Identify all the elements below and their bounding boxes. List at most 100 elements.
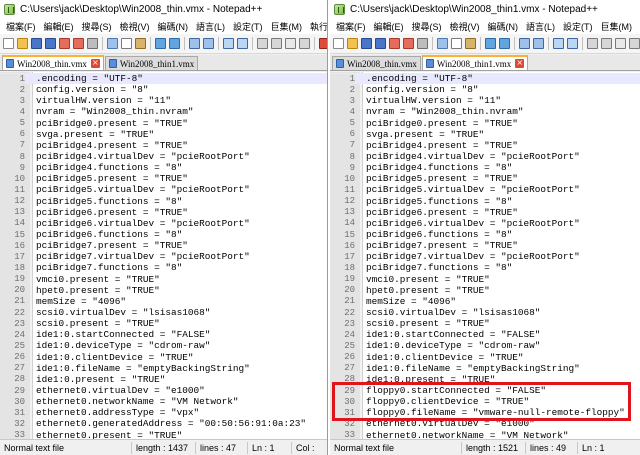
find-icon[interactable] <box>189 38 200 49</box>
indent-guide-icon[interactable] <box>629 38 640 49</box>
menu-item[interactable]: 檢視(V) <box>116 20 154 33</box>
indent-guide-icon[interactable] <box>299 38 310 49</box>
tab-label: Win2008_thin.vmx <box>347 58 417 69</box>
save-all-icon[interactable] <box>45 38 56 49</box>
notepad-window-right: C:\Users\jack\Desktop\Win2008_thin1.vmx … <box>330 0 640 455</box>
line-number: 21 <box>344 296 355 307</box>
line-number: 29 <box>14 385 25 396</box>
line-number: 5 <box>19 118 25 129</box>
menu-item[interactable]: 執行(R) <box>306 20 327 33</box>
text-editor[interactable]: 1 .encoding = "UTF-8" 2 config.version = "8… <box>0 72 327 439</box>
code-line: 24 ide1:0.startConnected = "FALSE" <box>330 329 640 340</box>
code-line: 1 .encoding = "UTF-8" <box>330 73 640 85</box>
code-line: 16 pciBridge7.present = "TRUE" <box>330 240 640 251</box>
code-line: 2 config.version = "8" <box>330 84 640 95</box>
show-all-chars-icon[interactable] <box>615 38 626 49</box>
copy-icon[interactable] <box>451 38 462 49</box>
menu-item[interactable]: 搜尋(S) <box>78 20 116 33</box>
menu-item[interactable]: 設定(T) <box>559 20 597 33</box>
close-all-icon[interactable] <box>403 38 414 49</box>
sync-scroll-icon[interactable] <box>587 38 598 49</box>
print-icon[interactable] <box>87 38 98 49</box>
find-icon[interactable] <box>519 38 530 49</box>
code-text: pciBridge7.virtualDev = "pcieRootPort" <box>366 251 580 263</box>
menu-item[interactable]: 巨集(M) <box>267 20 307 33</box>
record-macro-icon[interactable] <box>319 38 327 49</box>
print-icon[interactable] <box>417 38 428 49</box>
sync-scroll-icon[interactable] <box>257 38 268 49</box>
zoom-in-icon[interactable] <box>553 38 564 49</box>
save-all-icon[interactable] <box>375 38 386 49</box>
cut-icon[interactable] <box>107 38 118 49</box>
code-line: 9 pciBridge4.functions = "8" <box>0 162 327 173</box>
line-number: 22 <box>344 307 355 318</box>
undo-icon[interactable] <box>485 38 496 49</box>
toolbar-separator <box>514 37 515 50</box>
menu-item[interactable]: 執行(R) <box>636 20 640 33</box>
tab-win2008-thin[interactable]: Win2008_thin.vmx × <box>2 55 104 70</box>
copy-icon[interactable] <box>121 38 132 49</box>
menu-item[interactable]: 編輯(E) <box>40 20 78 33</box>
close-file-icon[interactable] <box>389 38 400 49</box>
word-wrap-icon[interactable] <box>271 38 282 49</box>
word-wrap-icon[interactable] <box>601 38 612 49</box>
open-folder-icon[interactable] <box>17 38 28 49</box>
code-line: 27 ide1:0.fileName = "emptyBackingString" <box>0 363 327 374</box>
undo-icon[interactable] <box>155 38 166 49</box>
menu-item[interactable]: 語言(L) <box>192 20 229 33</box>
code-line: 28 ide1:0.present = "TRUE" <box>330 374 640 385</box>
open-folder-icon[interactable] <box>347 38 358 49</box>
menu-item[interactable]: 檔案(F) <box>2 20 40 33</box>
zoom-in-icon[interactable] <box>223 38 234 49</box>
close-icon[interactable]: × <box>90 59 100 68</box>
tab-label: Win2008_thin1.vmx <box>436 58 512 69</box>
close-icon[interactable]: × <box>515 59 525 68</box>
code-line: 25 ide1:0.deviceType = "cdrom-raw" <box>330 340 640 351</box>
menu-item[interactable]: 語言(L) <box>522 20 559 33</box>
status-bar: Normal text file length : 1437 lines : 4… <box>0 439 327 455</box>
text-editor[interactable]: 1 .encoding = "UTF-8" 2 config.version = "8… <box>330 72 640 439</box>
menu-item[interactable]: 編碼(N) <box>484 20 523 33</box>
zoom-out-icon[interactable] <box>237 38 248 49</box>
code-line: 13 pciBridge6.present = "TRUE" <box>0 207 327 218</box>
zoom-out-icon[interactable] <box>567 38 578 49</box>
save-icon[interactable] <box>31 38 42 49</box>
toolbar-separator <box>548 37 549 50</box>
redo-icon[interactable] <box>499 38 510 49</box>
menu-item[interactable]: 檔案(F) <box>332 20 370 33</box>
tab-win2008-thin1[interactable]: Win2008_thin1.vmx × <box>421 55 529 70</box>
notepad-plus-plus-icon <box>4 3 15 15</box>
show-all-chars-icon[interactable] <box>285 38 296 49</box>
tab-win2008-thin[interactable]: Win2008_thin.vmx <box>332 56 421 70</box>
toolbar-separator <box>582 37 583 50</box>
menu-item[interactable]: 設定(T) <box>229 20 267 33</box>
paste-icon[interactable] <box>135 38 146 49</box>
close-file-icon[interactable] <box>59 38 70 49</box>
menu-item[interactable]: 編碼(N) <box>154 20 193 33</box>
line-number: 19 <box>344 274 355 285</box>
code-line: 26 ide1:0.clientDevice = "TRUE" <box>330 352 640 363</box>
cut-icon[interactable] <box>437 38 448 49</box>
code-text: ide1:0.startConnected = "FALSE" <box>36 329 211 341</box>
replace-icon[interactable] <box>533 38 544 49</box>
menu-item[interactable]: 編輯(E) <box>370 20 408 33</box>
new-file-icon[interactable] <box>3 38 14 49</box>
paste-icon[interactable] <box>465 38 476 49</box>
new-file-icon[interactable] <box>333 38 344 49</box>
line-number: 29 <box>344 385 355 396</box>
save-icon[interactable] <box>361 38 372 49</box>
code-text: .encoding = "UTF-8" <box>36 73 143 85</box>
close-all-icon[interactable] <box>73 38 84 49</box>
status-length: length : 1437 <box>132 441 196 454</box>
code-text: pciBridge5.virtualDev = "pcieRootPort" <box>366 184 580 196</box>
menu-item[interactable]: 檢視(V) <box>446 20 484 33</box>
tab-win2008-thin1[interactable]: Win2008_thin1.vmx <box>104 56 199 70</box>
menu-item[interactable]: 搜尋(S) <box>408 20 446 33</box>
redo-icon[interactable] <box>169 38 180 49</box>
code-line: 8 pciBridge4.virtualDev = "pcieRootPort" <box>0 151 327 162</box>
code-line: 17 pciBridge7.virtualDev = "pcieRootPort" <box>0 251 327 262</box>
replace-icon[interactable] <box>203 38 214 49</box>
code-text: pciBridge5.present = "TRUE" <box>366 173 518 185</box>
status-ln: Ln : 1 <box>582 442 605 453</box>
menu-item[interactable]: 巨集(M) <box>597 20 637 33</box>
